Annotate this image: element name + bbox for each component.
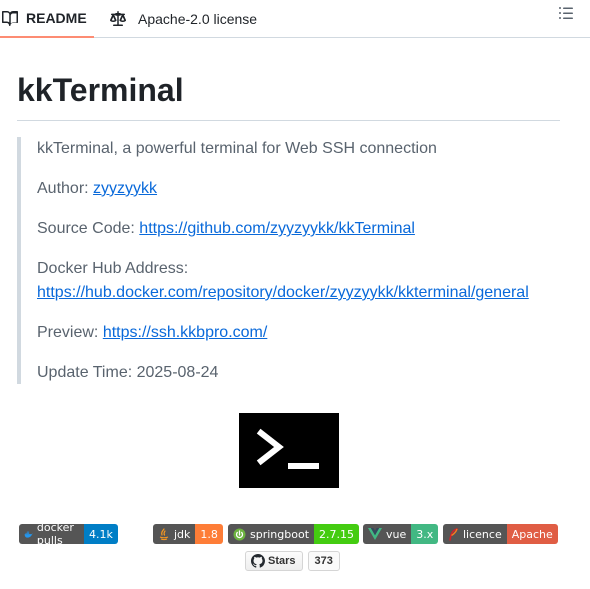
badge-label: licence	[463, 527, 502, 541]
badge-vue[interactable]: vue 3.x	[363, 524, 439, 544]
preview-link[interactable]: https://ssh.kkbpro.com/	[103, 324, 268, 341]
author-line: Author: zyyzyykk	[37, 178, 157, 200]
terminal-prompt-icon	[256, 428, 319, 469]
badge-label: vue	[386, 527, 407, 541]
terminal-logo	[239, 413, 339, 488]
tab-readme[interactable]: README	[0, 0, 94, 38]
preview-line: Preview: https://ssh.kkbpro.com/	[37, 322, 267, 344]
feather-icon	[449, 527, 458, 541]
preview-label: Preview:	[37, 324, 99, 341]
title-divider	[17, 120, 560, 121]
badge-label: jdk	[174, 527, 191, 541]
badge-value: Apache	[506, 524, 558, 544]
author-label: Author:	[37, 180, 89, 197]
stars-label: Stars	[268, 555, 296, 567]
author-link[interactable]: zyyzyykk	[93, 180, 157, 197]
badge-value: 1.8	[195, 524, 223, 544]
docker-line: https://hub.docker.com/repository/docker…	[37, 282, 529, 304]
outline-button[interactable]	[556, 6, 576, 24]
github-stars-badge[interactable]: Stars 373	[245, 551, 340, 571]
vue-icon	[368, 528, 382, 540]
badge-springboot[interactable]: springboot 2.7.15	[228, 524, 360, 544]
java-icon	[159, 527, 169, 540]
badge-value: 3.x	[411, 524, 439, 544]
spring-icon	[233, 528, 246, 540]
tab-license[interactable]: Apache-2.0 license	[110, 0, 257, 38]
book-icon	[2, 10, 18, 26]
source-label: Source Code:	[37, 220, 135, 237]
update-time: Update Time: 2025-08-24	[37, 364, 219, 381]
stars-count: 373	[307, 551, 340, 571]
tab-license-label: Apache-2.0 license	[138, 11, 258, 27]
docker-hub-link[interactable]: https://hub.docker.com/repository/docker…	[37, 284, 529, 301]
badge-jdk[interactable]: jdk 1.8	[153, 524, 223, 544]
law-scale-icon	[110, 11, 126, 27]
intro-text: kkTerminal, a powerful terminal for Web …	[37, 140, 437, 157]
docker-icon	[24, 531, 33, 538]
tab-readme-label: README	[26, 10, 87, 26]
source-line: Source Code: https://github.com/zyyzyykk…	[37, 218, 415, 240]
readme-tab-bar: README Apache-2.0 license	[0, 0, 590, 38]
badge-licence[interactable]: licence Apache	[443, 524, 558, 544]
source-link[interactable]: https://github.com/zyyzyykk/kkTerminal	[139, 220, 415, 237]
list-outline-icon	[558, 5, 574, 26]
badge-label: docker pulls	[36, 524, 74, 544]
badge-label: springboot	[250, 527, 310, 541]
page-title: kkTerminal	[17, 72, 184, 108]
badge-value: 2.7.15	[314, 524, 360, 544]
badge-docker-pulls[interactable]: docker pulls 4.1k	[19, 524, 118, 544]
badge-value: 4.1k	[84, 524, 118, 544]
github-icon	[251, 554, 265, 568]
docker-label: Docker Hub Address:	[37, 260, 189, 277]
